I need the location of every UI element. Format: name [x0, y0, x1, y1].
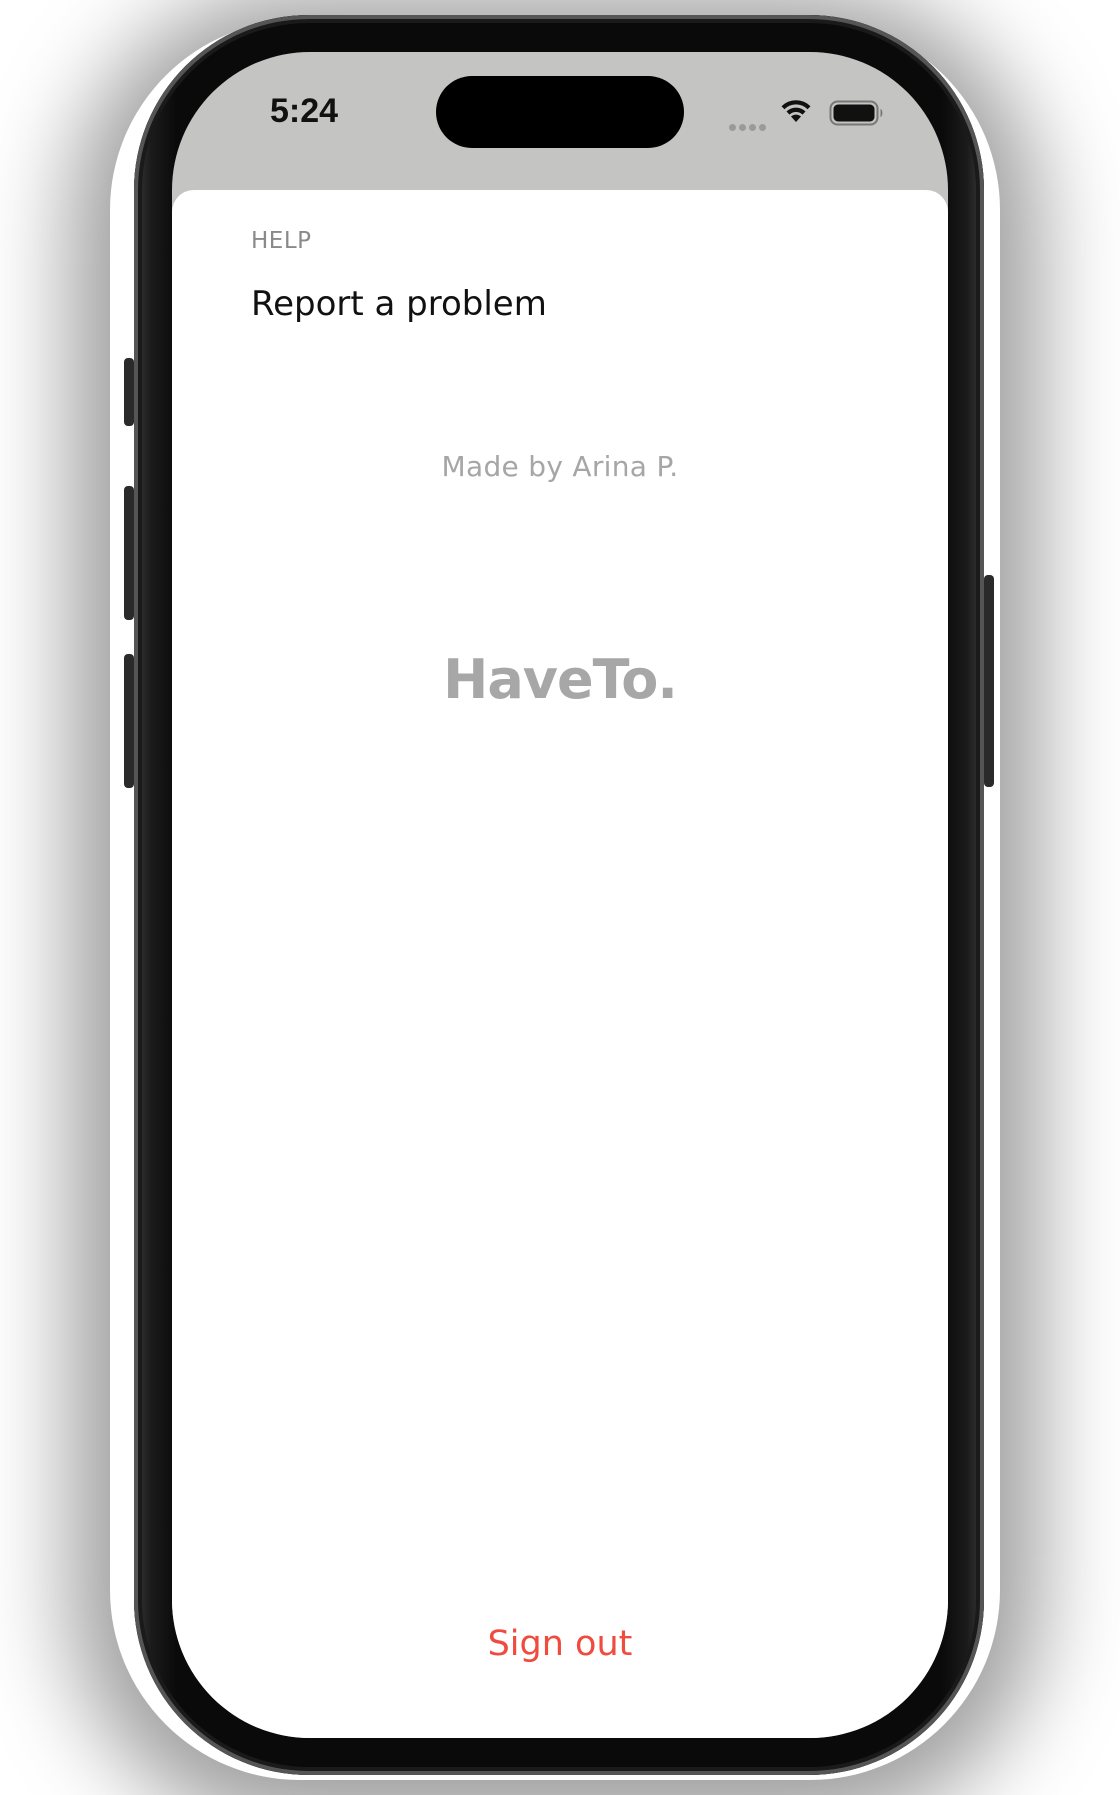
- cellular-signal-icon: [729, 118, 769, 131]
- help-section-header: HELP: [251, 228, 312, 254]
- status-time: 5:24: [270, 92, 339, 130]
- phone-screen: 5:24 HELP Report a problem Made by Arina…: [172, 52, 948, 1738]
- wifi-icon: [781, 100, 811, 122]
- sign-out-button[interactable]: Sign out: [172, 1624, 948, 1664]
- action-button: [124, 358, 134, 426]
- power-button: [984, 575, 994, 787]
- app-logo: HaveTo.: [443, 648, 678, 711]
- status-bar: 5:24: [172, 52, 948, 190]
- dynamic-island: [436, 76, 684, 148]
- report-problem-item[interactable]: Report a problem: [251, 284, 547, 324]
- volume-up-button: [124, 486, 134, 620]
- stage: 5:24 HELP Report a problem Made by Arina…: [0, 0, 1120, 1795]
- credit-text: Made by Arina P.: [441, 450, 679, 483]
- volume-down-button: [124, 654, 134, 788]
- battery-icon: [829, 100, 883, 126]
- settings-sheet: HELP Report a problem Made by Arina P. H…: [172, 190, 948, 1738]
